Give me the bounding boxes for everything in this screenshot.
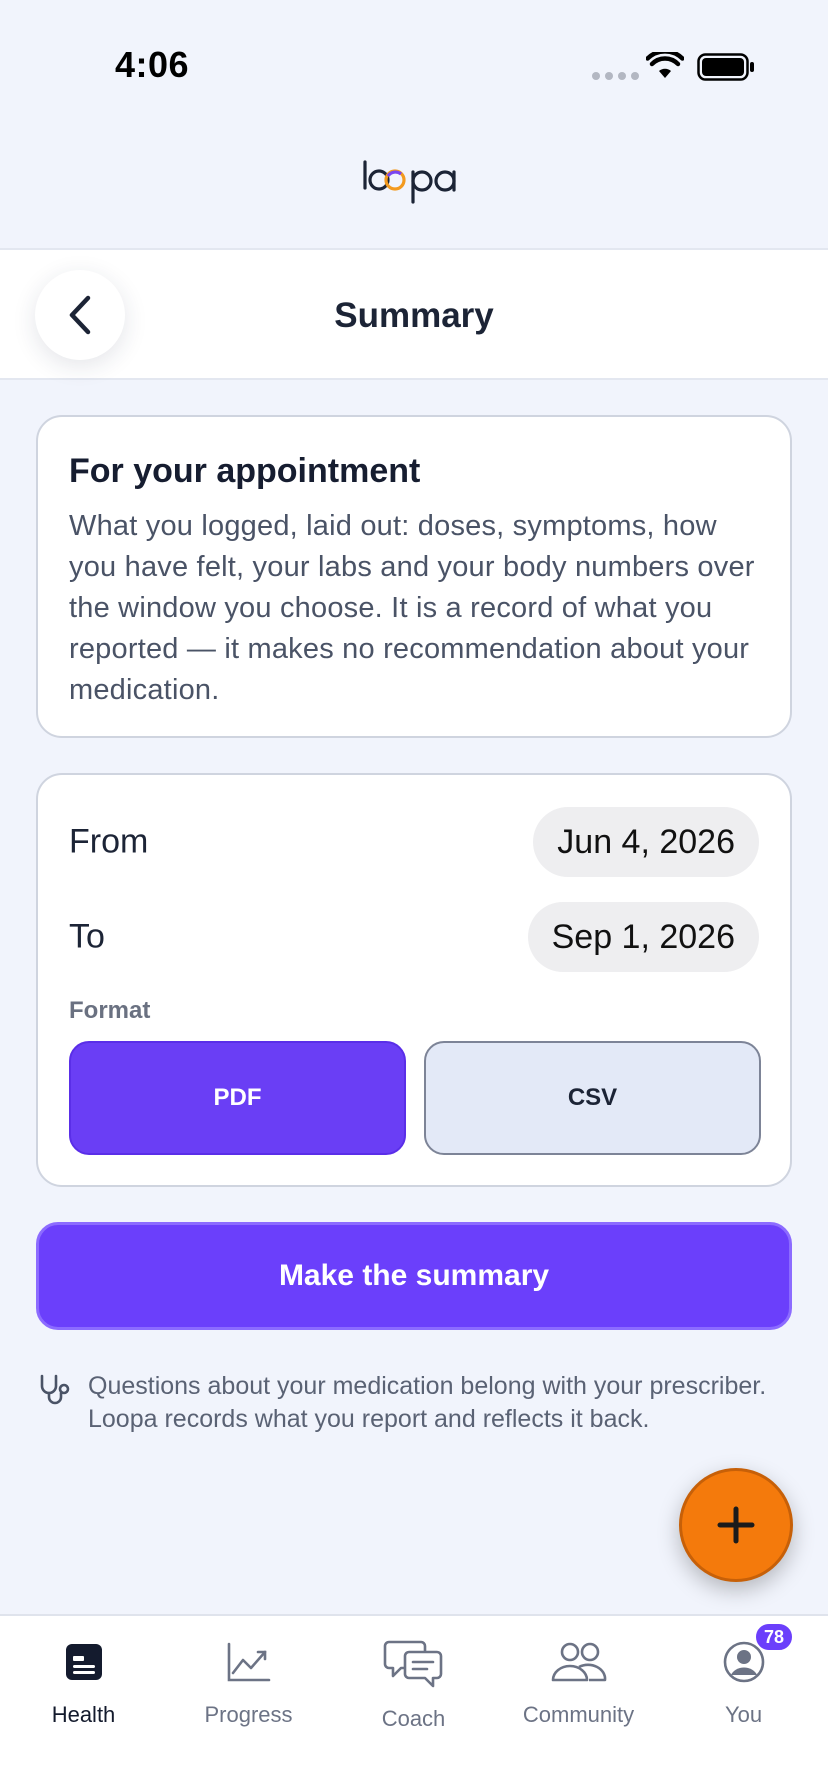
to-row: To Sep 1, 2026 [69, 902, 759, 972]
make-summary-button[interactable]: Make the summary [36, 1222, 792, 1330]
from-date-picker[interactable]: Jun 4, 2026 [533, 807, 759, 877]
add-entry-button[interactable] [679, 1468, 793, 1582]
intro-card: For your appointment What you logged, la… [36, 415, 792, 738]
tab-coach-label: Coach [381, 1706, 446, 1731]
format-csv-button[interactable]: CSV [424, 1041, 761, 1155]
notification-badge: 78 [754, 1622, 794, 1652]
brand-header [0, 150, 828, 220]
status-time: 4:06 [115, 44, 190, 85]
status-bar: 4:06 [0, 0, 828, 130]
tab-bar: Health Progress Coach Community 78 You [0, 1614, 828, 1792]
plus-icon [717, 1506, 755, 1544]
tab-you-label: You [724, 1702, 763, 1727]
date-range-card: From Jun 4, 2026 To Sep 1, 2026 Format P… [36, 773, 792, 1187]
wifi-icon [646, 52, 684, 78]
tab-progress[interactable]: Progress [166, 1616, 331, 1746]
chart-icon [227, 1642, 270, 1682]
to-label: To [69, 917, 105, 956]
to-date-picker[interactable]: Sep 1, 2026 [527, 902, 759, 972]
stethoscope-icon [40, 1374, 70, 1405]
tab-you[interactable]: 78 You [661, 1616, 826, 1746]
battery-icon [697, 53, 754, 81]
prescriber-note: Questions about your medication belong w… [36, 1370, 776, 1436]
format-label: Format [69, 997, 151, 1024]
page-title: Summary [334, 296, 494, 335]
tab-health[interactable]: Health [1, 1616, 166, 1746]
from-label: From [69, 822, 149, 861]
signal-icon [592, 72, 639, 80]
tab-health-label: Health [51, 1702, 116, 1727]
people-icon [551, 1642, 606, 1682]
tab-coach[interactable]: Coach [331, 1616, 496, 1746]
nav-bar: Summary [0, 250, 828, 380]
loopa-logo [363, 160, 456, 204]
from-row: From Jun 4, 2026 [69, 807, 759, 877]
tab-community-label: Community [522, 1702, 635, 1727]
tab-progress-label: Progress [204, 1702, 293, 1727]
chat-icon [383, 1640, 442, 1688]
intro-title: For your appointment [69, 452, 421, 490]
health-icon [65, 1644, 102, 1680]
tab-community[interactable]: Community [496, 1616, 661, 1746]
format-pdf-button[interactable]: PDF [69, 1041, 406, 1155]
intro-body: What you logged, laid out: doses, sympto… [69, 509, 755, 706]
note-text: Questions about your medication belong w… [88, 1372, 767, 1433]
